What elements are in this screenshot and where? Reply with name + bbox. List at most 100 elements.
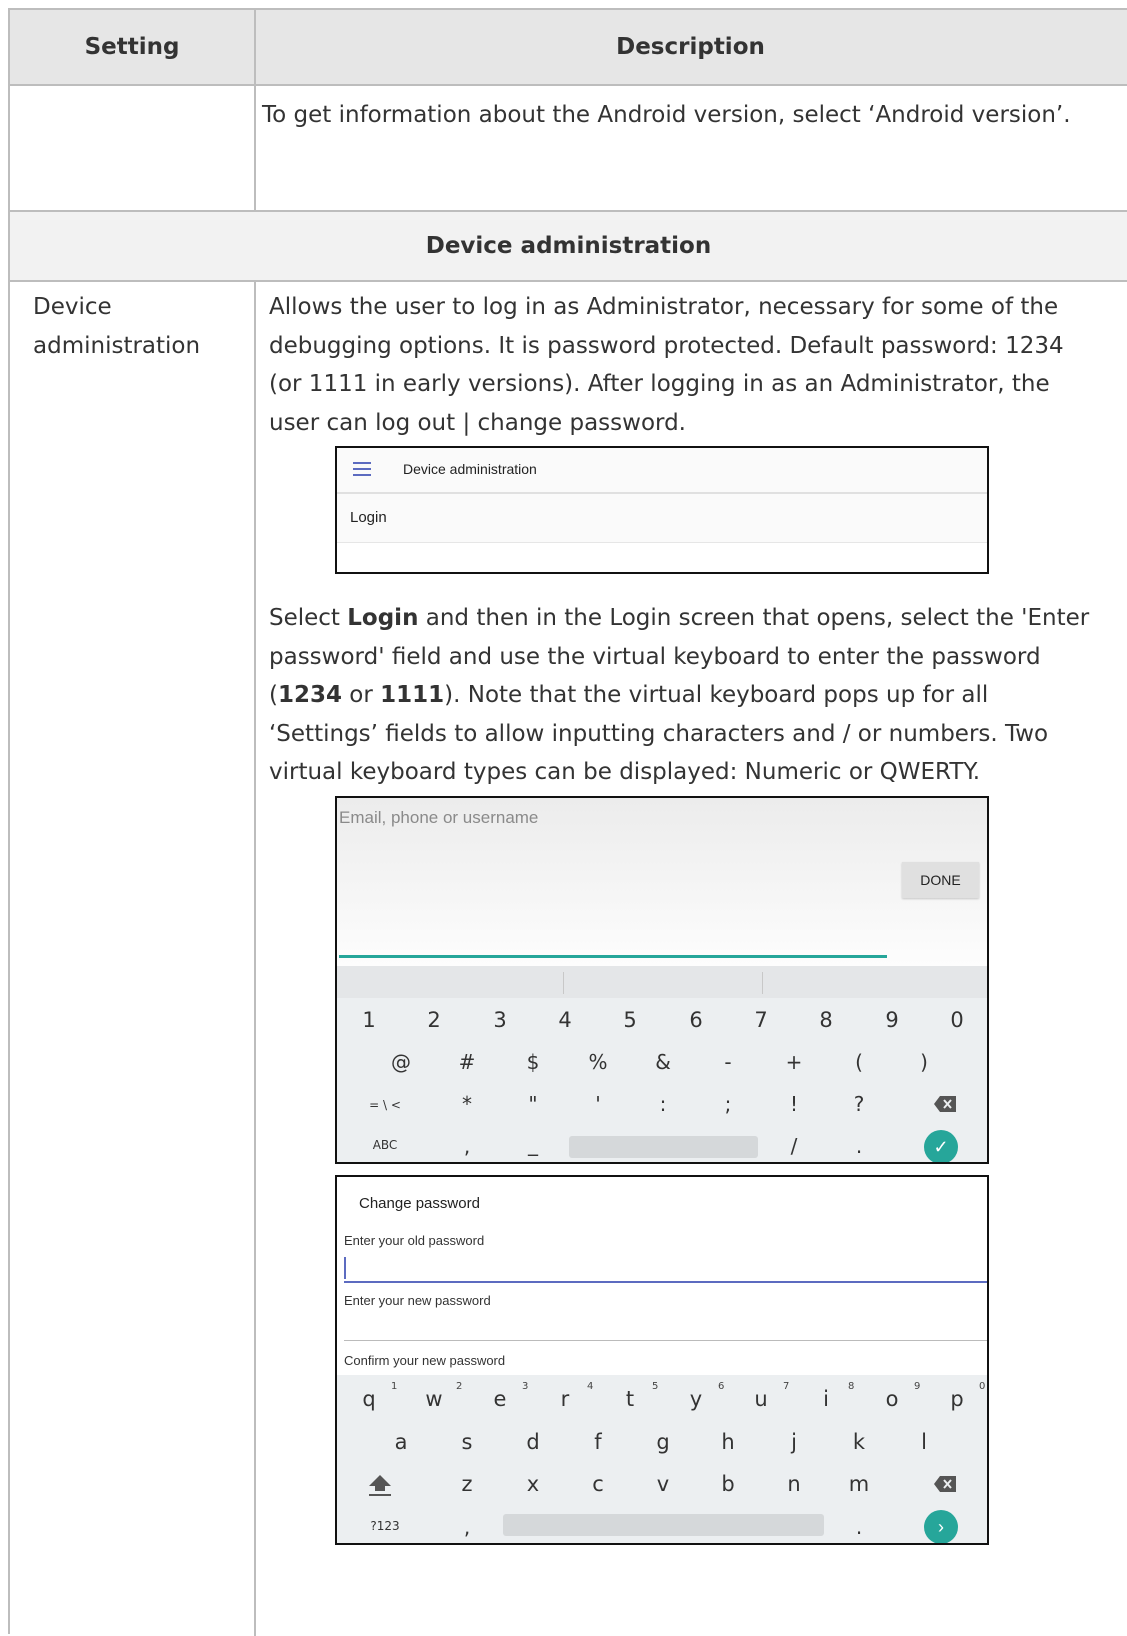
backspace-icon[interactable] bbox=[934, 1476, 956, 1492]
arrow-right-icon[interactable]: › bbox=[924, 1510, 958, 1543]
paragraph-line: password' field and use the virtual keyb… bbox=[269, 643, 1041, 670]
letter-key[interactable]: q bbox=[349, 1387, 389, 1411]
letter-key[interactable]: g bbox=[643, 1430, 683, 1454]
symbol-key[interactable]: % bbox=[578, 1050, 618, 1074]
letter-key[interactable]: z bbox=[447, 1472, 487, 1496]
username-input[interactable]: Email, phone or username bbox=[339, 808, 538, 828]
hamburger-menu-icon[interactable] bbox=[353, 462, 371, 476]
key-hint: 5 bbox=[652, 1381, 659, 1392]
number-key[interactable]: 1 bbox=[349, 1008, 389, 1032]
letter-key[interactable]: a bbox=[381, 1430, 421, 1454]
letter-key[interactable]: y bbox=[676, 1387, 716, 1411]
letter-key[interactable]: j bbox=[774, 1430, 814, 1454]
done-button[interactable]: DONE bbox=[902, 862, 979, 898]
symbol-key[interactable]: _ bbox=[513, 1132, 553, 1156]
letter-key[interactable]: t bbox=[610, 1387, 650, 1411]
symbol-key[interactable]: ; bbox=[708, 1092, 748, 1116]
number-key[interactable]: 3 bbox=[480, 1008, 520, 1032]
symbol-key[interactable]: ! bbox=[774, 1092, 814, 1116]
symbol-key[interactable]: , bbox=[447, 1134, 487, 1158]
symbols-key[interactable]: ?123 bbox=[365, 1519, 405, 1533]
suggestion-strip bbox=[337, 966, 987, 998]
symbol-key[interactable]: $ bbox=[513, 1050, 553, 1074]
number-key[interactable]: 4 bbox=[545, 1008, 585, 1032]
period-key[interactable]: . bbox=[839, 1515, 879, 1539]
backspace-icon[interactable] bbox=[934, 1096, 956, 1112]
letter-key[interactable]: i bbox=[806, 1387, 846, 1411]
key-hint: 0 bbox=[979, 1381, 986, 1392]
app-bar: Device administration bbox=[337, 448, 987, 494]
symbol-key[interactable]: - bbox=[708, 1050, 748, 1074]
symbol-key[interactable]: # bbox=[447, 1050, 487, 1074]
setting-name-line: Device bbox=[33, 294, 112, 320]
letter-key[interactable]: s bbox=[447, 1430, 487, 1454]
letter-key[interactable]: n bbox=[774, 1472, 814, 1496]
new-password-label: Enter your new password bbox=[344, 1293, 491, 1308]
confirm-password-label: Confirm your new password bbox=[344, 1353, 506, 1368]
symbol-key[interactable]: & bbox=[643, 1050, 683, 1074]
login-emphasis: Login bbox=[347, 605, 419, 631]
letter-key[interactable]: l bbox=[904, 1430, 944, 1454]
symbol-key[interactable]: * bbox=[447, 1092, 487, 1116]
number-key[interactable]: 5 bbox=[610, 1008, 650, 1032]
key-hint: 4 bbox=[587, 1381, 594, 1392]
number-key[interactable]: 6 bbox=[676, 1008, 716, 1032]
symbol-key[interactable]: " bbox=[513, 1092, 553, 1116]
number-key[interactable]: 2 bbox=[414, 1008, 454, 1032]
symbol-key[interactable]: : bbox=[643, 1092, 683, 1116]
text-run: Select bbox=[269, 605, 348, 631]
password-emphasis: 1234 bbox=[277, 682, 342, 708]
letter-key[interactable]: w bbox=[414, 1387, 454, 1411]
description-paragraph-2: Select Login and then in the Login scree… bbox=[269, 599, 1089, 792]
old-password-field[interactable] bbox=[344, 1281, 987, 1283]
letter-key[interactable]: m bbox=[839, 1472, 879, 1496]
section-title: Device administration bbox=[10, 212, 1127, 280]
suggestion-divider bbox=[762, 972, 763, 994]
key-hint: 6 bbox=[718, 1381, 725, 1392]
symbol-key[interactable]: @ bbox=[381, 1050, 421, 1074]
numeric-keyboard: ✓ 1 2 3 4 5 6 7 8 9 0 @ # $% & - + () = \ < * " ':;!? ABC, _ /. bbox=[337, 998, 987, 1162]
number-key[interactable]: 0 bbox=[937, 1008, 977, 1032]
number-key[interactable]: 8 bbox=[806, 1008, 846, 1032]
symbol-key[interactable]: ' bbox=[578, 1092, 618, 1116]
letter-key[interactable]: v bbox=[643, 1472, 683, 1496]
letter-key[interactable]: h bbox=[708, 1430, 748, 1454]
check-icon[interactable]: ✓ bbox=[924, 1130, 958, 1162]
letter-key[interactable]: d bbox=[513, 1430, 553, 1454]
letter-key[interactable]: r bbox=[545, 1387, 585, 1411]
comma-key[interactable]: , bbox=[447, 1515, 487, 1539]
new-password-field[interactable] bbox=[344, 1340, 987, 1341]
letter-key[interactable]: f bbox=[578, 1430, 618, 1454]
suggestion-divider bbox=[563, 972, 564, 994]
letter-key[interactable]: e bbox=[480, 1387, 520, 1411]
number-key[interactable]: 7 bbox=[741, 1008, 781, 1032]
column-divider bbox=[254, 10, 256, 212]
symbol-key[interactable]: / bbox=[774, 1134, 814, 1158]
login-item[interactable]: Login bbox=[337, 494, 987, 543]
letter-key[interactable]: x bbox=[513, 1472, 553, 1496]
symbol-key[interactable]: ) bbox=[904, 1050, 944, 1074]
shift-icon[interactable] bbox=[367, 1472, 393, 1498]
letter-key[interactable]: k bbox=[839, 1430, 879, 1454]
letter-key[interactable]: o bbox=[872, 1387, 912, 1411]
letter-key[interactable]: p bbox=[937, 1387, 977, 1411]
abc-key[interactable]: ABC bbox=[365, 1138, 405, 1152]
letter-key[interactable]: c bbox=[578, 1472, 618, 1496]
letter-key[interactable]: b bbox=[708, 1472, 748, 1496]
row-divider bbox=[10, 280, 1127, 282]
symbol-key[interactable]: ? bbox=[839, 1092, 879, 1116]
password-emphasis: 1111 bbox=[380, 682, 445, 708]
symbol-key[interactable]: + bbox=[774, 1050, 814, 1074]
symbol-key[interactable]: = \ < bbox=[365, 1098, 405, 1112]
number-key[interactable]: 9 bbox=[872, 1008, 912, 1032]
key-hint: 1 bbox=[391, 1381, 398, 1392]
text-run: and then in the Login screen that opens,… bbox=[418, 605, 1090, 631]
symbol-key[interactable]: . bbox=[839, 1134, 879, 1158]
table-header-row: Setting Description bbox=[10, 10, 1127, 86]
space-bar[interactable] bbox=[569, 1136, 758, 1158]
symbol-key[interactable]: ( bbox=[839, 1050, 879, 1074]
input-underline bbox=[339, 955, 887, 958]
letter-key[interactable]: u bbox=[741, 1387, 781, 1411]
key-hint: 9 bbox=[914, 1381, 921, 1392]
space-bar[interactable] bbox=[503, 1514, 824, 1536]
